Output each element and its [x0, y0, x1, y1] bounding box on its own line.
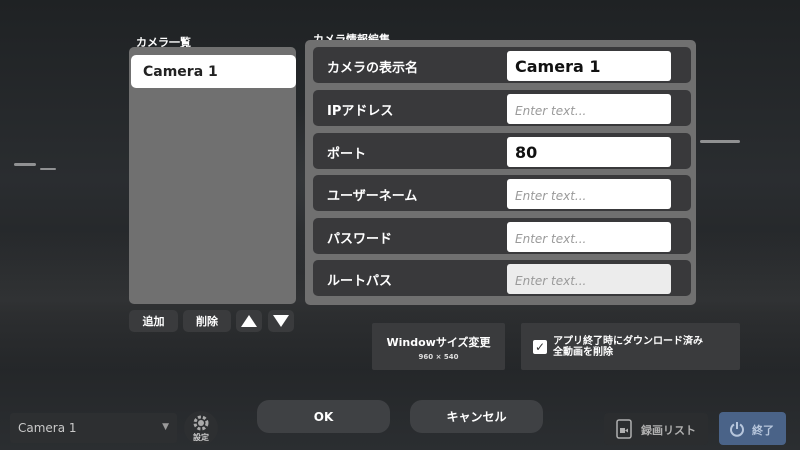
background-light: [40, 168, 56, 170]
settings-button[interactable]: 設定: [184, 411, 218, 445]
camera-list: Camera 1: [129, 47, 296, 304]
root-path-input[interactable]: [507, 264, 671, 294]
video-list-icon: [616, 419, 632, 439]
power-icon: [730, 422, 744, 437]
cancel-button[interactable]: キャンセル: [410, 400, 543, 433]
camera-select-value: Camera 1: [18, 421, 77, 435]
display-name-input[interactable]: [507, 51, 671, 81]
chevron-down-icon: ▼: [162, 422, 169, 432]
add-camera-button[interactable]: 追加: [129, 310, 178, 332]
label-line-1: アプリ終了時にダウンロード済み: [553, 336, 703, 347]
field-label: ポート: [327, 147, 367, 162]
label-line-2: 全動画を削除: [553, 347, 613, 358]
ok-button[interactable]: OK: [257, 400, 390, 433]
field-port: ポート: [313, 133, 691, 169]
camera-edit-panel: カメラの表示名 IPアドレス ポート ユーザーネーム パスワード ルートパス: [305, 40, 696, 305]
field-root-path: ルートパス: [313, 260, 691, 296]
window-size-button[interactable]: Windowサイズ変更 960 × 540: [372, 323, 505, 370]
checkmark-icon: ✓: [534, 340, 546, 354]
arrow-down-icon: [273, 315, 289, 327]
field-label: カメラの表示名: [327, 61, 419, 76]
port-input[interactable]: [507, 137, 671, 167]
arrow-up-icon: [241, 315, 257, 327]
delete-camera-button[interactable]: 削除: [183, 310, 231, 332]
move-down-button[interactable]: [268, 310, 294, 332]
field-password: パスワード: [313, 218, 691, 254]
settings-label: 設定: [193, 433, 209, 442]
move-up-button[interactable]: [236, 310, 262, 332]
username-input[interactable]: [507, 179, 671, 209]
field-label: パスワード: [327, 232, 393, 247]
window-size-label: Windowサイズ変更: [386, 336, 491, 349]
field-label: IPアドレス: [327, 104, 394, 119]
field-label: ルートパス: [327, 274, 393, 289]
field-label: ユーザーネーム: [327, 189, 418, 204]
camera-list-item[interactable]: Camera 1: [131, 55, 296, 88]
recordings-list-label: 録画リスト: [641, 424, 696, 437]
delete-after-download-toggle[interactable]: ✓ アプリ終了時にダウンロード済み 全動画を削除: [521, 323, 740, 370]
quit-label: 終了: [752, 424, 774, 437]
field-ip-address: IPアドレス: [313, 90, 691, 126]
field-username: ユーザーネーム: [313, 175, 691, 211]
window-size-value: 960 × 540: [418, 353, 459, 361]
gear-icon: [193, 415, 209, 431]
field-display-name: カメラの表示名: [313, 47, 691, 83]
quit-button[interactable]: 終了: [719, 412, 786, 445]
password-input[interactable]: [507, 222, 671, 252]
ip-address-input[interactable]: [507, 94, 671, 124]
camera-select[interactable]: Camera 1 ▼: [10, 413, 177, 443]
background-light: [700, 140, 740, 143]
delete-after-download-label: アプリ終了時にダウンロード済み 全動画を削除: [553, 336, 703, 358]
recordings-list-button[interactable]: 録画リスト: [604, 413, 708, 445]
checkbox[interactable]: ✓: [533, 340, 547, 354]
background-light: [14, 163, 36, 166]
